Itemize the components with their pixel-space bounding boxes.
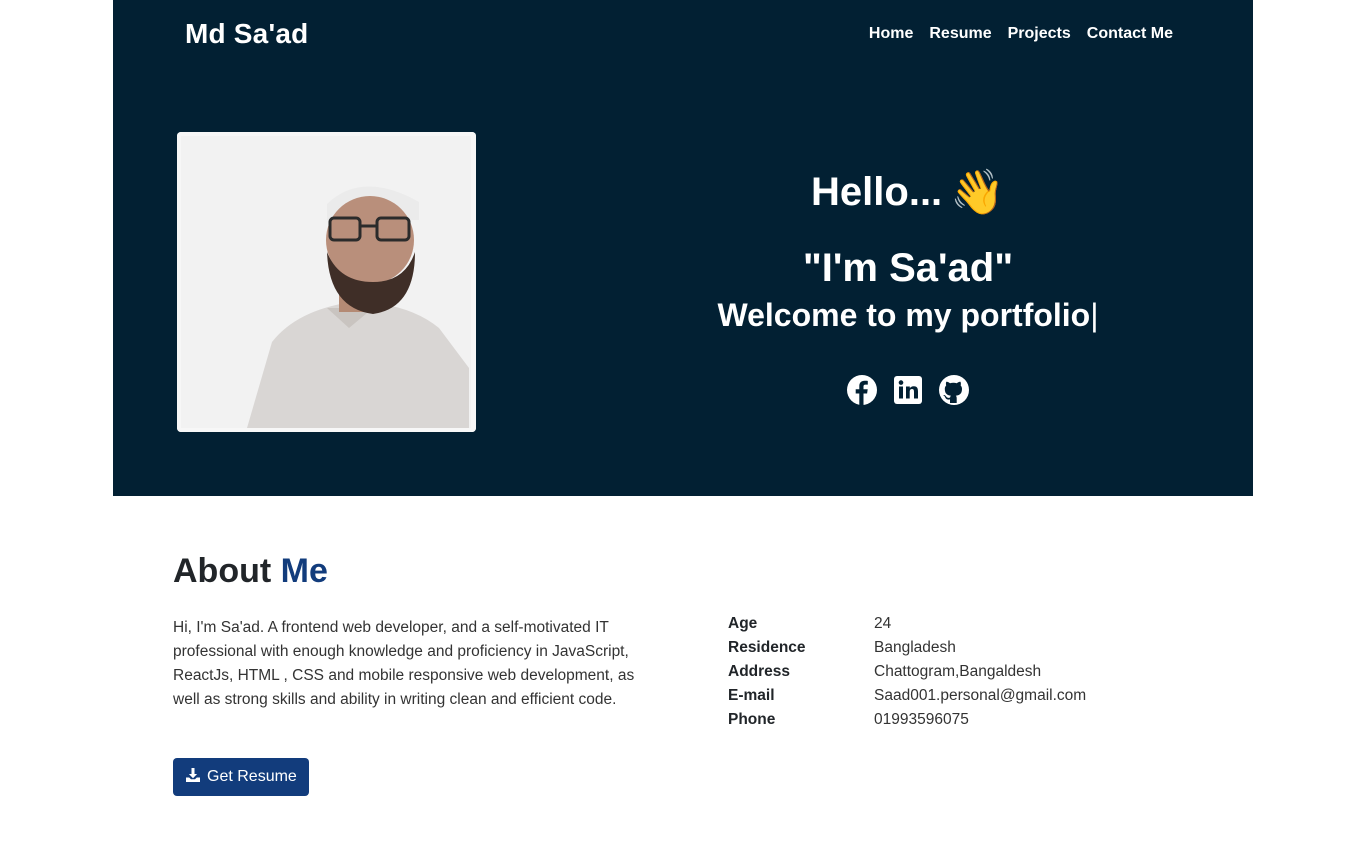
hero-welcome: Welcome to my portfolio| — [673, 297, 1143, 334]
hero-section: Md Sa'ad Home Resume Projects Contact Me — [113, 0, 1253, 496]
welcome-text: Welcome to my portfolio — [717, 297, 1091, 333]
nav-projects[interactable]: Projects — [1008, 25, 1071, 43]
about-section: About Me Hi, I'm Sa'ad. A frontend web d… — [173, 552, 1193, 796]
nav-resume[interactable]: Resume — [929, 25, 991, 43]
info-value: Chattogram,Bangaldesh — [874, 663, 1042, 680]
personal-info: Age 24 Residence Bangladesh Address Chat… — [728, 612, 1086, 732]
about-title-accent: Me — [280, 552, 328, 590]
main-nav: Home Resume Projects Contact Me — [869, 25, 1173, 43]
info-value: 24 — [874, 615, 892, 632]
info-label: Address — [728, 663, 791, 680]
info-row-address: Address Chattogram,Bangaldesh — [728, 660, 1086, 684]
info-row-email: E-mail Saad001.personal@gmail.com — [728, 684, 1086, 708]
greeting-text: Hello... — [811, 169, 943, 214]
about-description: Hi, I'm Sa'ad. A frontend web developer,… — [173, 619, 635, 708]
nav-contact[interactable]: Contact Me — [1087, 25, 1173, 43]
info-label: E-mail — [728, 687, 775, 704]
about-title: About Me — [173, 552, 1193, 591]
linkedin-icon[interactable] — [892, 374, 924, 406]
hero-intro: Hello... 👋 "I'm Sa'ad" Welcome to my por… — [673, 160, 1143, 406]
nav-home[interactable]: Home — [869, 25, 913, 43]
info-value: 01993596075 — [874, 711, 969, 728]
profile-photo — [177, 132, 476, 432]
info-row-phone: Phone 01993596075 — [728, 708, 1086, 732]
info-label: Age — [728, 615, 758, 632]
hero-greeting: Hello... 👋 — [673, 160, 1143, 224]
get-resume-label: Get Resume — [207, 768, 297, 785]
info-row-age: Age 24 — [728, 612, 1086, 636]
social-links — [673, 374, 1143, 406]
hero-name: "I'm Sa'ad" — [802, 246, 1014, 290]
facebook-icon[interactable] — [846, 374, 878, 406]
info-label: Residence — [728, 639, 806, 656]
site-brand[interactable]: Md Sa'ad — [185, 18, 308, 50]
wave-emoji-icon: 👋 — [950, 168, 1005, 217]
info-value: Bangladesh — [874, 639, 956, 656]
get-resume-button[interactable]: Get Resume — [173, 758, 309, 796]
info-label: Phone — [728, 711, 776, 728]
typing-cursor: | — [1090, 297, 1099, 333]
about-title-main: About — [173, 552, 272, 590]
info-value: Saad001.personal@gmail.com — [874, 687, 1087, 704]
github-icon[interactable] — [938, 374, 970, 406]
download-icon — [185, 767, 201, 788]
info-row-residence: Residence Bangladesh — [728, 636, 1086, 660]
